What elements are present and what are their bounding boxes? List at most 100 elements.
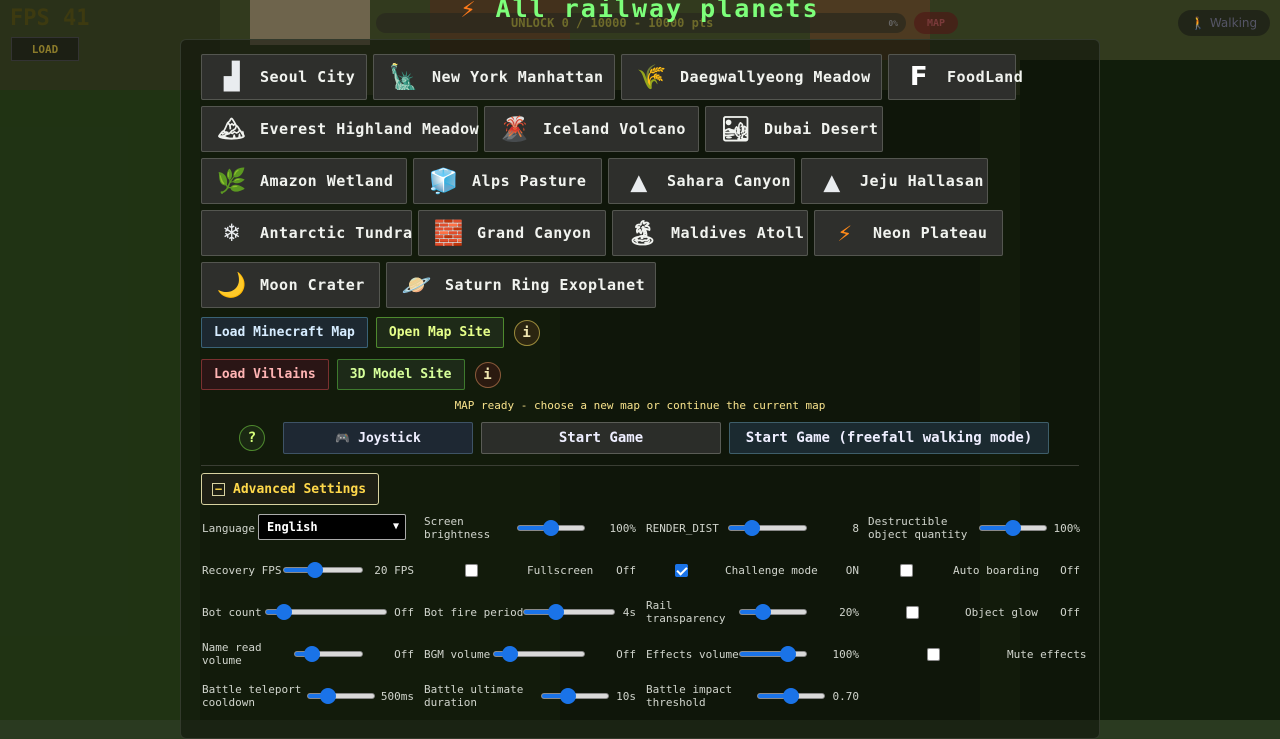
challenge-mode-checkbox[interactable] <box>675 564 688 577</box>
impact-threshold-label: Battle impact threshold <box>646 683 733 709</box>
planet-label: Alps Pasture <box>472 172 587 190</box>
slider-knob[interactable] <box>755 604 772 620</box>
planet-button[interactable]: ▟ Seoul City <box>201 54 367 100</box>
page-title-text: All railway planets <box>495 0 820 23</box>
render-dist-slider[interactable] <box>728 520 807 536</box>
rail-transparency-label: Rail transparency <box>646 599 726 625</box>
planet-button[interactable]: ▲ Jeju Hallasan <box>801 158 988 204</box>
load-button[interactable]: LOAD <box>11 37 79 61</box>
desert-buildings-icon: 🏜 <box>720 115 752 143</box>
effects-volume-slider[interactable] <box>739 646 807 662</box>
slider-knob[interactable] <box>744 520 761 536</box>
auto-boarding-value: Off <box>1060 564 1080 577</box>
screen-brightness-label: Screen brightness <box>424 515 491 541</box>
villain-info-icon[interactable]: i <box>474 361 501 388</box>
planet-row: 🌙 Moon Crater 🪐 Saturn Ring Exoplanet <box>201 262 1081 308</box>
mute-effects-label: Mute effects <box>1007 648 1087 661</box>
start-freefall-button[interactable]: Start Game (freefall walking mode) <box>729 422 1049 454</box>
slider-knob[interactable] <box>783 688 799 704</box>
bgm-volume-slider[interactable] <box>493 646 585 662</box>
joystick-label: Joystick <box>358 430 421 446</box>
effects-volume-label: Effects volume <box>646 648 739 661</box>
help-button[interactable]: ? <box>239 425 265 451</box>
planet-button[interactable]: 🌿 Amazon Wetland <box>201 158 407 204</box>
bot-fire-value: 4s <box>622 606 636 619</box>
planet-button[interactable]: 🏔 Everest Highland Meadow <box>201 106 480 152</box>
planet-button[interactable]: 🌋 Iceland Volcano <box>484 106 699 152</box>
slider-knob[interactable] <box>303 646 320 662</box>
planet-button[interactable]: 🗽 New York Manhattan <box>373 54 615 100</box>
status-message: MAP ready - choose a new map or continue… <box>454 399 826 412</box>
map-link-row: Load Minecraft Map Open Map Site i <box>201 317 540 348</box>
slider-knob[interactable] <box>319 688 336 704</box>
fullscreen-checkbox[interactable] <box>465 564 478 577</box>
planet-label: New York Manhattan <box>432 68 604 86</box>
slider-knob[interactable] <box>547 604 564 620</box>
recovery-fps-slider[interactable] <box>283 562 363 578</box>
recovery-fps-label: Recovery FPS <box>202 564 282 577</box>
lightning-bolt-icon: ⚡ <box>460 0 478 23</box>
slider-knob[interactable] <box>502 646 519 662</box>
start-game-button[interactable]: Start Game <box>481 422 721 454</box>
language-select-value: English <box>267 520 318 534</box>
planet-label: Amazon Wetland <box>260 172 394 190</box>
crescent-moon-icon: 🌙 <box>216 271 248 299</box>
ultimate-duration-value: 10s <box>616 690 636 703</box>
slider-knob[interactable] <box>307 562 324 578</box>
snow-mountain-icon: 🏔 <box>217 116 247 142</box>
render-dist-label: RENDER_DIST <box>646 522 719 535</box>
rail-transparency-value: 20% <box>839 606 859 619</box>
open-map-site-button[interactable]: Open Map Site <box>375 317 504 348</box>
planet-label: Saturn Ring Exoplanet <box>445 276 646 294</box>
mute-effects-checkbox[interactable] <box>927 648 940 661</box>
screen-brightness-slider[interactable] <box>517 520 585 536</box>
planet-label: Moon Crater <box>260 276 365 294</box>
name-read-slider[interactable] <box>294 646 363 662</box>
name-read-label: Name read volume <box>202 641 262 667</box>
model-site-button[interactable]: 3D Model Site <box>336 359 465 390</box>
advanced-settings-toggle[interactable]: − Advanced Settings <box>201 473 380 505</box>
bot-count-label: Bot count <box>202 606 262 619</box>
planet-button[interactable]: F FoodLand <box>888 54 1023 100</box>
planet-select-panel: ▟ Seoul City 🗽 New York Manhattan 🌾 Daegwally… <box>180 39 1100 739</box>
language-label: Language <box>202 522 255 535</box>
statue-of-liberty-icon: 🗽 <box>388 63 420 91</box>
planet-button[interactable]: 🧱 Grand Canyon <box>418 210 606 256</box>
planet-label: Everest Highland Meadow <box>260 120 480 138</box>
planet-button[interactable]: ▲ Sahara Canyon <box>608 158 795 204</box>
object-glow-checkbox[interactable] <box>906 606 919 619</box>
slider-knob[interactable] <box>779 646 796 662</box>
auto-boarding-checkbox[interactable] <box>900 564 913 577</box>
planet-button[interactable]: 🌙 Moon Crater <box>201 262 380 308</box>
planet-button[interactable]: 🌾 Daegwallyeong Meadow <box>621 54 882 100</box>
slider-knob[interactable] <box>1005 520 1021 536</box>
challenge-mode-value: ON <box>845 564 859 577</box>
load-villains-button[interactable]: Load Villains <box>201 359 329 390</box>
screen-brightness-value: 100% <box>609 522 637 535</box>
planet-button[interactable]: ❄ Antarctic Tundra <box>201 210 412 256</box>
leaf-icon: 🌿 <box>216 167 248 195</box>
divider <box>201 465 1079 466</box>
load-minecraft-map-button[interactable]: Load Minecraft Map <box>201 317 368 348</box>
slider-knob[interactable] <box>543 520 559 536</box>
brick-wall-icon: 🧱 <box>433 219 465 247</box>
planet-button[interactable]: 🪐 Saturn Ring Exoplanet <box>386 262 656 308</box>
planet-button[interactable]: 🏜 Dubai Desert <box>705 106 883 152</box>
villain-link-row: Load Villains 3D Model Site i <box>201 359 501 390</box>
planet-button[interactable]: 🏝 Maldives Atoll <box>612 210 808 256</box>
language-select[interactable]: English ▼ <box>258 514 406 540</box>
object-glow-value: Off <box>1060 606 1080 619</box>
impact-threshold-value: 0.70 <box>832 690 860 703</box>
planet-label: Grand Canyon <box>477 224 592 242</box>
city-buildings-icon: ▟ <box>223 62 241 92</box>
planet-label: Sahara Canyon <box>667 172 791 190</box>
joystick-button[interactable]: 🎮 Joystick <box>283 422 473 454</box>
planet-row: 🌿 Amazon Wetland 🧊 Alps Pasture ▲ Sahara Cany… <box>201 158 1081 204</box>
map-info-icon[interactable]: i <box>513 319 540 346</box>
rail-transparency-slider[interactable] <box>739 604 807 620</box>
slider-knob[interactable] <box>560 688 577 704</box>
advanced-settings-label: Advanced Settings <box>233 481 367 497</box>
planet-button[interactable]: ⚡ Neon Plateau <box>814 210 1003 256</box>
planet-button[interactable]: 🧊 Alps Pasture <box>413 158 602 204</box>
slider-knob[interactable] <box>276 604 292 620</box>
